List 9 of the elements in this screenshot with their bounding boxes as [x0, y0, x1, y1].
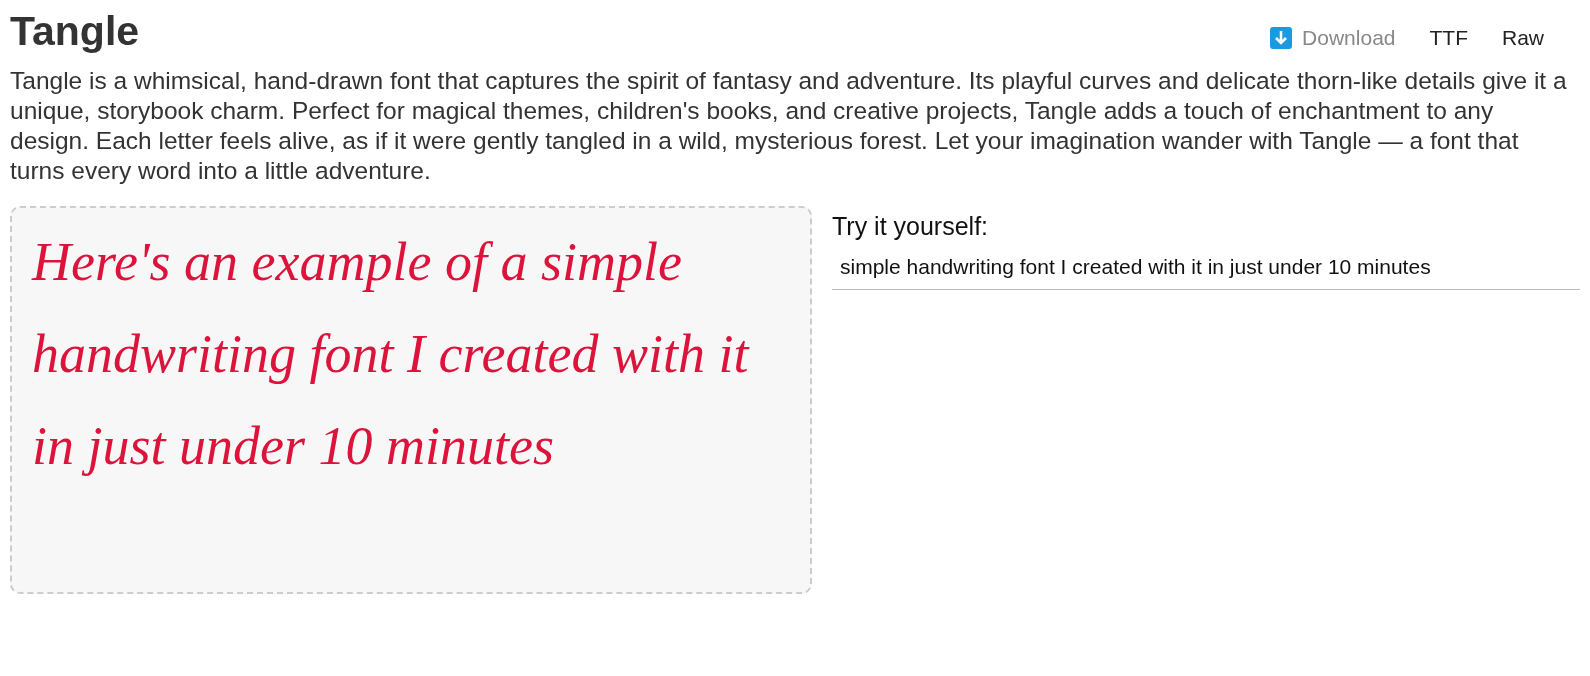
try-label: Try it yourself: [832, 212, 990, 241]
preview-text: Here's an example of a simple handwriting font I created with it in just under 10 minutes [32, 231, 751, 478]
font-title: Tangle [10, 7, 140, 56]
font-description: Tangle is a whimsical, hand-drawn font that captures the spirit of fantasy and adventure. Its playful curves and delicate thorn-like details give it a unique, storybook charm. Perfect for magical themes, children's books, and creative projects, Tangle adds a touch of enchantment to any design. Each letter feels alive, as if it were gently tangled in a wild, mysterious forest. Let your imagination wander with Tangle — a font that turns every word into a little adventure. [10, 66, 1568, 186]
format-link[interactable]: TTF [1429, 26, 1468, 50]
try-input-field[interactable]: simple handwriting font I created with it in just under 10 minutes [832, 247, 1580, 290]
format-link[interactable]: Raw [1502, 26, 1544, 50]
download-icon [1270, 27, 1293, 49]
download-link[interactable]: Download [1270, 26, 1396, 50]
